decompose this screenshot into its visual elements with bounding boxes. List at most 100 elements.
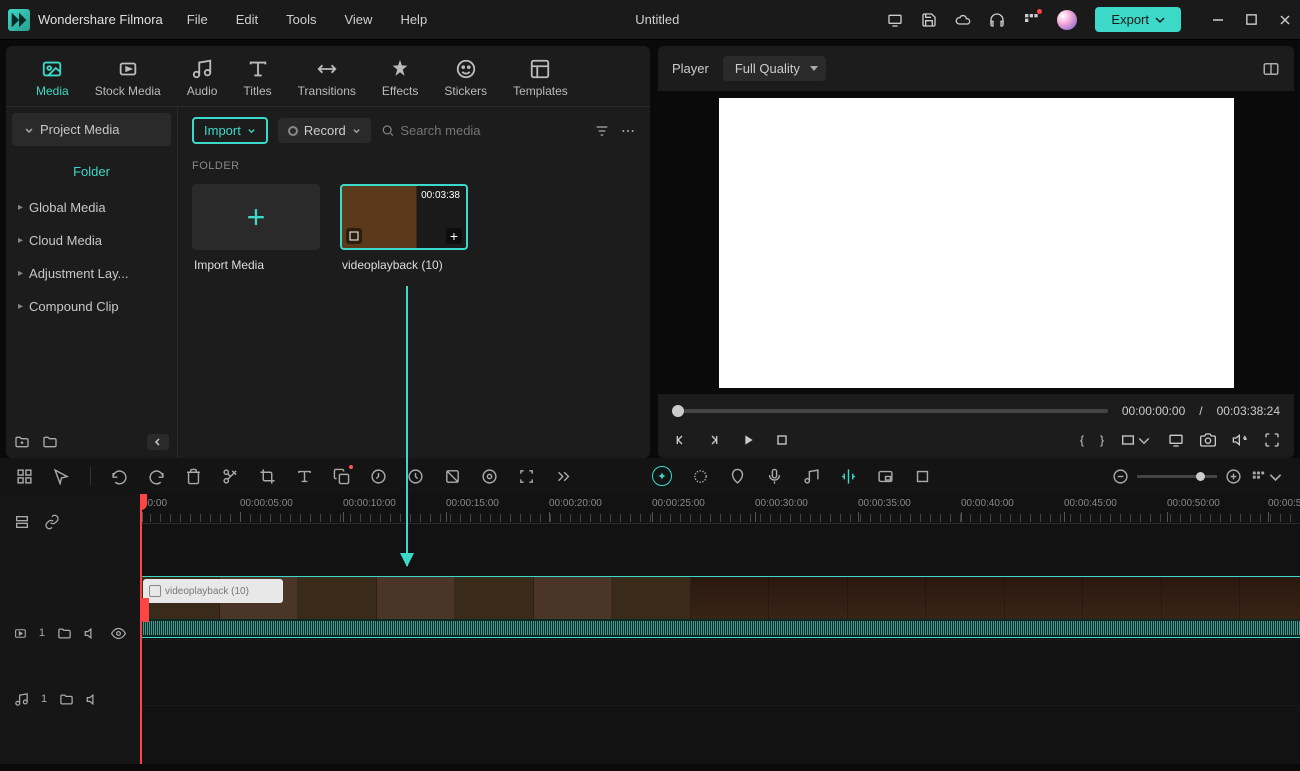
user-avatar[interactable] [1057,10,1077,30]
sidebar-cloud-media[interactable]: ▸Cloud Media [6,224,177,257]
audio-sync-icon[interactable] [840,468,857,485]
voiceover-icon[interactable] [766,468,783,485]
menu-edit[interactable]: Edit [236,12,258,27]
redo-icon[interactable] [148,468,165,485]
import-button[interactable]: Import [192,117,268,144]
video-lane[interactable]: videoplayback (10) [140,574,1300,640]
tab-effects[interactable]: Effects [382,54,418,98]
timeline-layers-icon[interactable] [14,514,30,530]
color-icon[interactable] [444,468,461,485]
zoom-out-icon[interactable] [1112,468,1129,485]
zoom-in-icon[interactable] [1225,468,1242,485]
square-tool-icon[interactable] [914,468,931,485]
media-clip-card[interactable]: 00:03:38 + videoplayback (10) [340,184,470,280]
timeline-tracks[interactable]: 00:00 00:00:05:00 00:00:10:00 00:00:15:0… [140,494,1300,764]
clip-name: videoplayback (10) [340,250,470,280]
folder-icon[interactable] [59,692,74,707]
split-icon[interactable] [222,468,239,485]
record-button[interactable]: Record [278,118,371,143]
preview-viewport[interactable] [658,91,1294,394]
video-clip[interactable]: videoplayback (10) [140,576,1300,638]
ratio-icon[interactable] [1120,432,1152,448]
render-preview-icon[interactable] [1168,432,1184,448]
collapse-sidebar-icon[interactable] [147,434,169,450]
volume-icon[interactable] [1232,432,1248,448]
circle-tool-icon[interactable] [692,468,709,485]
fullscreen-icon[interactable] [1264,432,1280,448]
undo-icon[interactable] [111,468,128,485]
mark-out-icon[interactable]: } [1100,433,1104,447]
fit-icon[interactable] [518,468,535,485]
export-button[interactable]: Export [1095,7,1181,32]
picture-in-picture-icon[interactable] [877,468,894,485]
menu-help[interactable]: Help [400,12,427,27]
compare-icon[interactable] [1262,60,1280,78]
menu-file[interactable]: File [187,12,208,27]
new-bin-icon[interactable] [42,434,58,450]
stop-icon[interactable] [774,432,790,448]
audio-lane[interactable] [140,640,1300,706]
add-to-timeline-icon[interactable]: + [446,228,462,244]
save-icon[interactable] [921,12,937,28]
layout-icon[interactable] [16,468,33,485]
visibility-icon[interactable] [111,626,126,641]
delete-icon[interactable] [185,468,202,485]
snapshot-icon[interactable] [1200,432,1216,448]
audio-mixer-icon[interactable] [803,468,820,485]
cursor-icon[interactable] [53,468,70,485]
sidebar-global-media[interactable]: ▸Global Media [6,191,177,224]
filter-icon[interactable] [594,123,610,139]
tab-stock-media[interactable]: Stock Media [95,54,161,98]
close-icon[interactable] [1278,13,1292,27]
sidebar-adjustment-layer[interactable]: ▸Adjustment Lay... [6,257,177,290]
prev-frame-icon[interactable] [672,432,688,448]
speed-down-icon[interactable] [370,468,387,485]
scrub-bar[interactable] [672,409,1108,413]
apps-icon[interactable] [1023,12,1039,28]
sidebar-project-media[interactable]: Project Media [12,113,171,146]
menu-tools[interactable]: Tools [286,12,316,27]
audio-track-header[interactable]: 1 [0,666,140,732]
crop-icon[interactable] [259,468,276,485]
mark-in-icon[interactable]: { [1080,433,1084,447]
tab-media[interactable]: Media [36,54,69,98]
sidebar-folder[interactable]: Folder [6,152,177,191]
copy-icon[interactable] [333,468,350,485]
play-icon[interactable] [740,432,756,448]
headphones-icon[interactable] [989,12,1005,28]
text-icon[interactable] [296,468,313,485]
tab-transitions[interactable]: Transitions [298,54,356,98]
search-media[interactable] [381,123,584,138]
display-icon[interactable] [887,12,903,28]
smart-toggle-icon[interactable]: ✦ [652,466,672,486]
quality-selector[interactable]: Full Quality [723,56,826,81]
tab-templates[interactable]: Templates [513,54,568,98]
next-frame-icon[interactable] [706,432,722,448]
timeline-ruler[interactable]: 00:00 00:00:05:00 00:00:10:00 00:00:15:0… [140,494,1300,524]
more-tools-icon[interactable] [555,468,572,485]
cloud-icon[interactable] [955,12,971,28]
zoom-slider[interactable] [1137,475,1217,478]
keyframe-icon[interactable] [481,468,498,485]
folder-icon[interactable] [57,626,72,641]
tab-titles[interactable]: Titles [243,54,271,98]
marker-icon[interactable] [729,468,746,485]
sidebar-compound-clip[interactable]: ▸Compound Clip [6,290,177,323]
new-folder-icon[interactable] [14,434,30,450]
mute-icon[interactable] [84,626,99,641]
tab-audio[interactable]: Audio [187,54,218,98]
link-icon[interactable] [44,514,60,530]
tab-stickers[interactable]: Stickers [444,54,487,98]
more-options-icon[interactable] [620,123,636,139]
menu-view[interactable]: View [344,12,372,27]
maximize-icon[interactable] [1245,13,1258,27]
search-input[interactable] [400,123,584,138]
minimize-icon[interactable] [1211,13,1225,27]
speed-icon[interactable] [407,468,424,485]
select-clip-icon[interactable] [346,228,362,244]
video-track-header[interactable]: 1 [0,600,140,666]
view-options-icon[interactable] [1250,468,1284,485]
playhead[interactable] [140,494,142,764]
mute-icon[interactable] [86,692,101,707]
import-media-card[interactable]: + Import Media [192,184,322,280]
